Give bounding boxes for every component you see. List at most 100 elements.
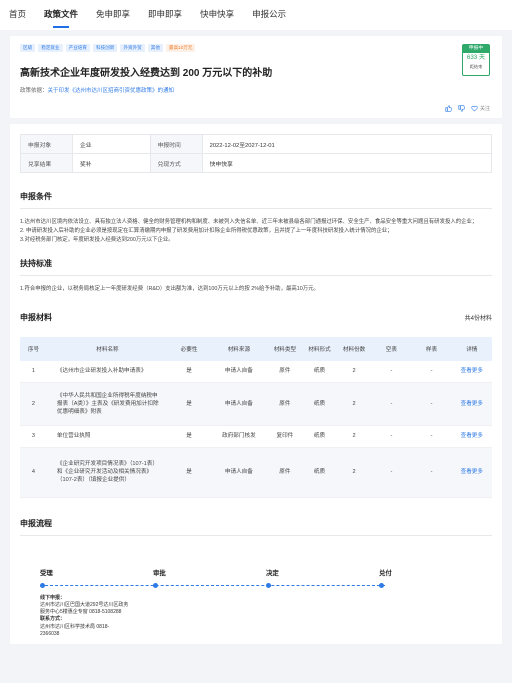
contact-line: 达州市达川区科学技术局 0818- [40,623,110,630]
follow-button[interactable]: 关注 [471,105,490,112]
divider [20,208,492,209]
detail-link[interactable]: 查看更多 [461,469,483,475]
flow-track [40,582,385,589]
detail-link[interactable]: 查看更多 [461,433,483,439]
flow-dot [153,582,158,588]
cell-no: 3 [20,425,47,448]
cell-name: 《中华人民共和国企业所得税年度纳税申报表（A类）》主表及《研发费用加计扣除优惠明… [46,382,168,426]
cell-no: 2 [20,382,47,426]
info-value: 奖补 [72,153,151,173]
cell-name: 《达州市企业研发投入补助申请表》 [46,361,168,383]
cell-blank: - [371,425,412,448]
tab-policy-files[interactable]: 政策文件 [44,0,78,30]
cell-source: 申请人自备 [210,382,268,426]
tab-announcement[interactable]: 申报公示 [252,0,286,30]
tag: 稳定就业 [38,44,63,52]
flow-dot [266,582,271,588]
cell-detail: 查看更多 [451,425,492,448]
materials-section: 申报材料 共4份材料 序号 材料名称 必要性 材料来源 材料类型 材料形式 材料… [10,302,502,508]
policy-basis-link[interactable]: 关于印发《达州市达川区招商引资优惠政策》的通知 [48,88,175,94]
materials-table: 序号 材料名称 必要性 材料来源 材料类型 材料形式 材料份数 空表 样表 详情… [20,337,492,498]
flow-step: 受理 [40,569,53,577]
column-header: 材料形式 [302,337,337,362]
tab-free-apply[interactable]: 免申即享 [96,0,130,30]
cell-qty: 2 [336,425,372,448]
condition-line: 1.达州市达川区境内依法设立、具有独立法人资格、健全的财务管理机构和制度、未被列… [20,219,478,225]
materials-count: 共4份材料 [464,316,492,323]
flow-step: 审批 [153,569,166,577]
divider [20,275,492,277]
like-button[interactable] [445,105,452,112]
flow-dot [40,582,45,588]
divider [20,534,492,536]
cell-no: 4 [20,447,47,498]
flow-step: 兑付 [379,569,392,577]
tab-instant-apply[interactable]: 即申即享 [148,0,182,30]
flow-steps: 受理 审批 决定 兑付 [20,568,492,577]
top-nav: 首页 政策文件 免申即享 即申即享 快申快享 申报公示 [0,0,512,30]
cell-sample: - [411,425,452,448]
cell-source: 申请人自备 [210,447,268,498]
offline-line: 达州市达川区巴国大道292号达川区政务 [40,601,129,608]
cell-sample: - [411,382,452,426]
flow-line [40,585,385,587]
cell-detail: 查看更多 [451,361,492,383]
thumbs-up-icon [445,105,452,112]
tab-fast-apply[interactable]: 快申快享 [200,0,234,30]
cell-no: 1 [20,361,47,383]
policy-header: 区级 稳定就业 产业培育 科技创新 外资外贸 其他 最高10万元 高新技术企业年… [10,36,502,118]
table-row: 4 《企业研究开发项目情况表》（107-1表）和《企业研究开发活动及相关情况表》… [20,447,492,498]
page-title: 高新技术企业年度研发投入经费达到 200 万元以下的补助 [20,68,273,79]
info-value: 企业 [72,134,151,154]
flow-dot [379,582,384,588]
cell-form: 纸质 [302,361,337,383]
cell-source: 申请人自备 [210,361,268,383]
cell-form: 纸质 [302,447,337,498]
cell-form: 纸质 [302,382,337,426]
info-value: 快申快享 [201,153,493,173]
column-header: 材料名称 [46,337,168,362]
column-header: 序号 [20,337,47,362]
column-header: 详情 [451,337,492,362]
table-header: 序号 材料名称 必要性 材料来源 材料类型 材料形式 材料份数 空表 样表 详情 [20,337,492,362]
contact-line: 2366038 [40,630,60,637]
status-label: 申报中 [463,45,489,53]
cell-detail: 查看更多 [451,447,492,498]
cell-detail: 查看更多 [451,382,492,426]
column-header: 材料份数 [336,337,372,362]
offline-line: 服务中心5楼惠企专窗 0818-5108288 [40,609,122,616]
offline-label: 线下申报： [40,594,66,601]
flow-step: 决定 [266,569,279,577]
conditions-title-text: 申报条件 [20,192,52,201]
cell-sample: - [411,447,452,498]
info-key: 申报时间 [149,134,203,154]
condition-line: 2. 申请研发投入后补助的企业必须是按现定在汇算清缴期内申报了研发费用加计扣除企… [20,227,393,234]
detail-link[interactable]: 查看更多 [461,368,483,374]
dislike-button[interactable] [458,105,465,112]
info-row: 申报对象 企业 申报时间 2022-12-02至2027-12-01 [20,134,493,154]
tag-list: 区级 稳定就业 产业培育 科技创新 外资外贸 其他 最高10万元 [20,44,492,52]
flow-title-text: 申报流程 [20,518,52,528]
column-header: 空表 [371,337,412,362]
detail-link[interactable]: 查看更多 [461,401,483,407]
cell-type: 原件 [267,382,303,426]
heart-icon [471,105,478,112]
condition-line: 3.对经税务部门核定，年度研发投入经费达到200万元以下企业。 [20,236,174,243]
status-badge: 申报中 633 天 距结束 [462,44,490,76]
conditions-body: 1.达州市达川区境内依法设立、具有独立法人资格、健全的财务管理机构和制度、未被列… [20,218,492,244]
flow-title: 申报流程 [20,518,492,529]
info-key: 兑现方式 [149,153,203,173]
cell-blank: - [371,361,412,383]
action-bar: 关注 [445,105,490,112]
support-text: 1.符合申报的企业，以税务局核定上一年度研发经费（R&D）支出额为准，达到100… [20,286,319,293]
policy-basis: 政策依据：关于印发《达州市达川区招商引资优惠政策》的通知 [20,86,492,94]
cell-sample: - [411,361,452,383]
cell-qty: 2 [336,361,372,383]
table-row: 3 单位营业执照 是 政府部门核发 复印件 纸质 2 - - 查看更多 [20,425,492,448]
cell-type: 原件 [267,447,303,498]
tab-home[interactable]: 首页 [9,0,26,30]
cell-need: 是 [167,425,211,448]
cell-qty: 2 [336,382,372,426]
support-title: 扶持标准 [20,258,492,269]
follow-label: 关注 [479,106,490,112]
